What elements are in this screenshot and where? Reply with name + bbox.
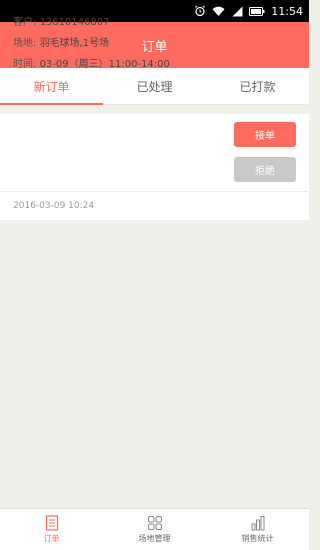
time-value: 03-09（周三）11:00-14:00	[39, 59, 170, 70]
document-icon	[45, 515, 59, 531]
alarm-icon	[194, 5, 206, 17]
status-time: 11:54	[271, 4, 303, 18]
nav-item-venue-management[interactable]: 场地管理	[103, 509, 206, 550]
bottom-nav: 订单 场地管理 销售统计	[0, 508, 309, 550]
nav-item-sales-stats[interactable]: 销售统计	[206, 509, 309, 550]
tab-label: 已打款	[239, 79, 276, 94]
nav-item-label: 场地管理	[138, 534, 171, 543]
venue-label: 场地:	[13, 38, 37, 49]
bar-chart-icon	[250, 515, 266, 531]
customer-row: 客户: 13610146807	[13, 12, 170, 33]
venue-row: 场地: 羽毛球场,1号场	[13, 33, 170, 54]
grid-icon	[147, 515, 163, 531]
nav-item-label: 订单	[43, 534, 60, 543]
tab-label: 新订单	[33, 79, 70, 94]
divider	[0, 191, 309, 192]
customer-label: 客户:	[13, 17, 37, 28]
signal-icon	[231, 6, 243, 17]
wifi-icon	[212, 6, 225, 17]
accept-order-button[interactable]: 接单	[234, 122, 296, 147]
nav-item-orders[interactable]: 订单	[0, 509, 103, 550]
battery-icon	[249, 6, 265, 16]
time-label: 时间:	[13, 59, 37, 70]
reject-order-button[interactable]: 拒绝	[234, 157, 296, 182]
order-created-time: 2016-03-09 10:24	[13, 201, 95, 211]
tab-label: 已处理	[136, 79, 173, 94]
customer-phone: 13610146807	[39, 17, 110, 28]
order-details: 客户: 13610146807 场地: 羽毛球场,1号场 时间: 03-09（周…	[13, 12, 170, 75]
nav-item-label: 销售统计	[241, 534, 274, 543]
tab-paid[interactable]: 已打款	[206, 68, 309, 104]
venue-value: 羽毛球场,1号场	[39, 38, 110, 49]
time-row: 时间: 03-09（周三）11:00-14:00	[13, 54, 170, 75]
